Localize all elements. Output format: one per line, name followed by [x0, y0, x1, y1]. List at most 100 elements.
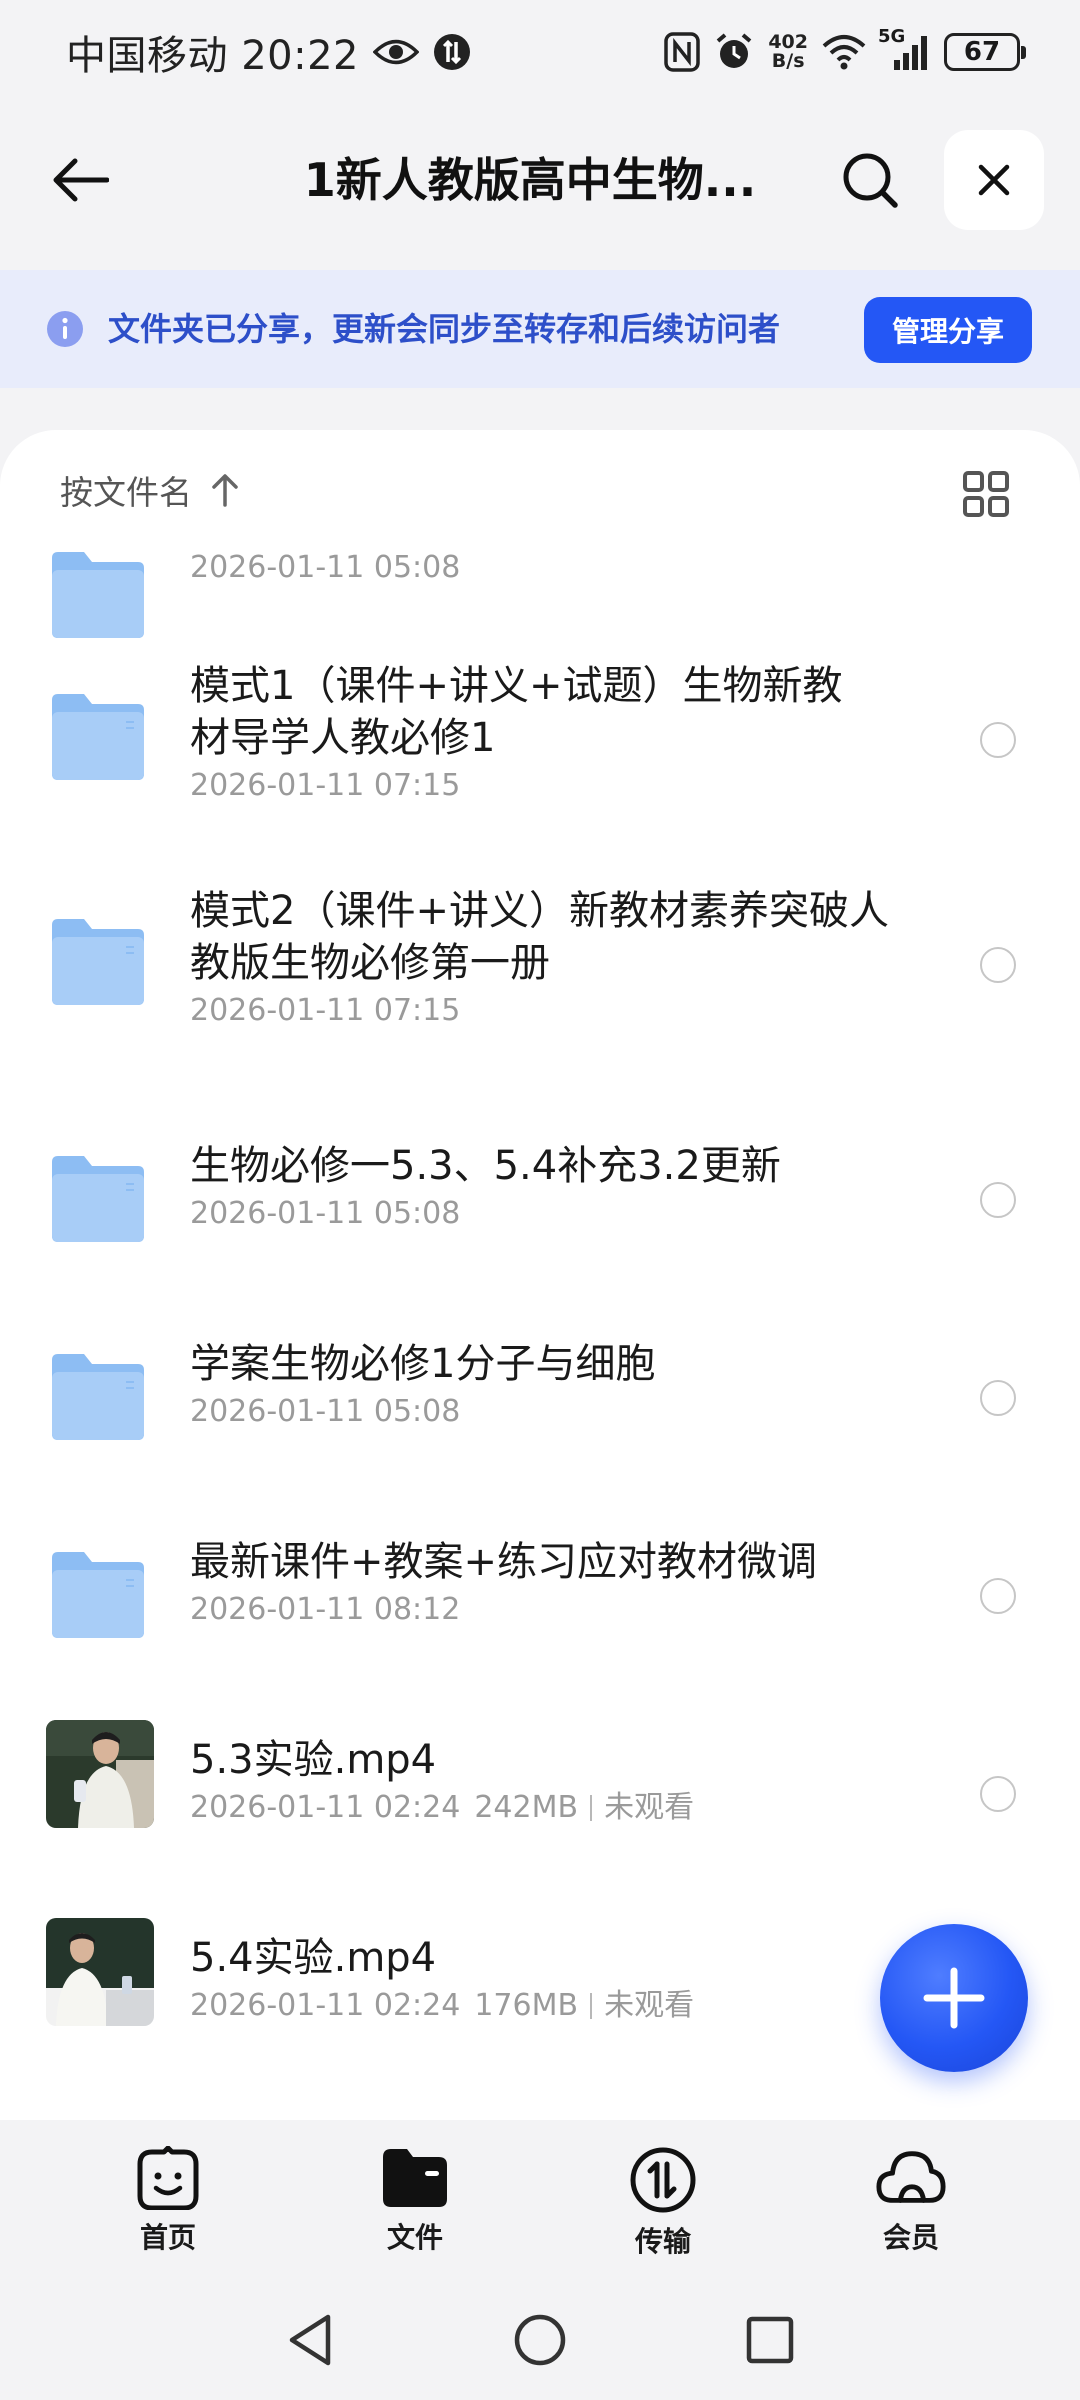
file-name: 模式1（课件+讲义+试题）生物新教材导学人教必修1 — [190, 663, 843, 761]
folder-icon — [52, 694, 144, 780]
sync-icon — [433, 33, 471, 71]
file-name: 学案生物必修1分子与细胞 — [190, 1341, 656, 1387]
file-date: 2026-01-11 07:15 — [190, 993, 461, 1028]
list-item[interactable]: 模式1（课件+讲义+试题）生物新教材导学人教必修1 2026-01-11 07:… — [0, 650, 1080, 830]
wifi-icon — [822, 34, 866, 70]
select-radio[interactable] — [980, 947, 1016, 983]
folder-icon — [52, 1354, 144, 1440]
status-right: 402 B/s 5G 67 — [664, 22, 1026, 82]
battery-indicator: 67 — [944, 33, 1026, 71]
file-meta: 2026-01-11 02:24 176MB 未观看 — [190, 1986, 890, 2026]
file-list-card: 按文件名 2026-01-11 05:08 模式1（课件+讲义+试题）生物新教材… — [0, 430, 1080, 2120]
row-text: 2026-01-11 05:08 — [190, 546, 890, 588]
network-speed: 402 B/s — [768, 33, 808, 71]
file-size: 176MB — [474, 1988, 579, 2023]
plus-icon — [923, 1967, 985, 2029]
file-date: 2026-01-11 08:12 — [190, 1592, 461, 1627]
row-text: 学案生物必修1分子与细胞 2026-01-11 05:08 — [190, 1338, 890, 1432]
file-size: 242MB — [474, 1790, 579, 1825]
watch-status: 未观看 — [604, 1790, 695, 1825]
meta-divider — [590, 1795, 593, 1821]
carrier-time: 中国移动 20:22 — [66, 33, 359, 79]
back-button[interactable] — [40, 140, 120, 220]
back-arrow-icon — [53, 158, 109, 202]
nav-item-files[interactable]: 文件 — [340, 2146, 490, 2256]
info-icon — [47, 311, 83, 347]
file-name: 最新课件+教案+练习应对教材微调 — [190, 1539, 818, 1585]
network-speed-unit: B/s — [771, 50, 805, 72]
sort-bar: 按文件名 — [0, 430, 1080, 550]
bottom-nav: 首页 文件 传输 会员 — [0, 2120, 1080, 2270]
row-text: 模式2（课件+讲义）新教材素养突破人教版生物必修第一册 2026-01-11 0… — [190, 885, 890, 1031]
home-face-icon — [132, 2146, 204, 2210]
file-meta: 2026-01-11 05:08 — [190, 550, 461, 585]
sort-ascending-arrow-icon — [212, 474, 238, 507]
close-button[interactable] — [944, 130, 1044, 230]
app-header: 1新人教版高中生物... — [0, 120, 1080, 240]
row-text: 5.3实验.mp4 2026-01-11 02:24 242MB 未观看 — [190, 1734, 890, 1828]
grid-view-icon[interactable] — [962, 470, 1010, 518]
select-radio[interactable] — [980, 722, 1016, 758]
page-title: 1新人教版高中生物... — [303, 153, 757, 207]
file-name: 生物必修一5.3、5.4补充3.2更新 — [190, 1143, 781, 1189]
row-text: 最新课件+教案+练习应对教材微调 2026-01-11 08:12 — [190, 1536, 890, 1630]
select-radio[interactable] — [980, 1182, 1016, 1218]
file-date: 2026-01-11 02:24 — [190, 1790, 461, 1825]
nav-label: 传输 — [634, 2225, 691, 2258]
file-date: 2026-01-11 05:08 — [190, 1394, 461, 1429]
select-radio[interactable] — [980, 1776, 1016, 1812]
file-meta: 2026-01-11 05:08 — [190, 1194, 890, 1234]
select-radio[interactable] — [980, 1578, 1016, 1614]
row-text: 5.4实验.mp4 2026-01-11 02:24 176MB 未观看 — [190, 1932, 890, 2026]
cellular-signal-icon: 5G — [878, 26, 930, 72]
circle-home-icon — [514, 2314, 566, 2366]
sort-by-name-button[interactable]: 按文件名 — [60, 466, 240, 514]
video-thumbnail — [46, 1720, 154, 1828]
triangle-back-icon — [289, 2314, 331, 2366]
system-navigation-bar — [0, 2280, 1080, 2400]
meta-divider — [590, 1993, 593, 2019]
nav-item-transfer[interactable]: 传输 — [588, 2146, 738, 2258]
system-home-button[interactable] — [510, 2310, 570, 2370]
row-text: 模式1（课件+讲义+试题）生物新教材导学人教必修1 2026-01-11 07:… — [190, 660, 870, 806]
nfc-icon — [664, 32, 701, 72]
nav-label: 会员 — [882, 2221, 939, 2254]
close-icon — [978, 164, 1010, 196]
sort-label: 按文件名 — [60, 473, 192, 512]
folder-icon — [52, 552, 144, 638]
select-radio[interactable] — [980, 1380, 1016, 1416]
search-icon — [843, 153, 898, 208]
row-text: 生物必修一5.3、5.4补充3.2更新 2026-01-11 05:08 — [190, 1140, 890, 1234]
eye-icon — [373, 37, 419, 67]
file-meta: 2026-01-11 02:24 242MB 未观看 — [190, 1788, 890, 1828]
list-item[interactable]: 最新课件+教案+练习应对教材微调 2026-01-11 08:12 — [0, 1506, 1080, 1686]
file-name: 5.3实验.mp4 — [190, 1737, 437, 1783]
file-name: 5.4实验.mp4 — [190, 1935, 437, 1981]
share-banner-text: 文件夹已分享，更新会同步至转存和后续访问者 — [108, 310, 781, 348]
watch-status: 未观看 — [604, 1988, 695, 2023]
status-bar: 中国移动 20:22 402 B/s 5G 67 — [0, 0, 1080, 100]
manage-share-button[interactable]: 管理分享 — [864, 297, 1032, 363]
list-item[interactable]: 模式2（课件+讲义）新教材素养突破人教版生物必修第一册 2026-01-11 0… — [0, 875, 1080, 1055]
file-meta: 2026-01-11 07:15 — [190, 766, 870, 806]
file-meta: 2026-01-11 08:12 — [190, 1590, 890, 1630]
system-back-button[interactable] — [280, 2310, 340, 2370]
list-item[interactable]: 5.3实验.mp4 2026-01-11 02:24 242MB 未观看 — [0, 1704, 1080, 1884]
add-button[interactable] — [880, 1924, 1028, 2072]
system-recents-button[interactable] — [740, 2310, 800, 2370]
file-date: 2026-01-11 02:24 — [190, 1988, 461, 2023]
transfer-icon — [627, 2146, 699, 2214]
search-button[interactable] — [830, 140, 910, 220]
status-left: 中国移动 20:22 — [66, 22, 471, 82]
list-item[interactable]: 学案生物必修1分子与细胞 2026-01-11 05:08 — [0, 1308, 1080, 1488]
share-banner: 文件夹已分享，更新会同步至转存和后续访问者 管理分享 — [0, 270, 1080, 388]
nav-item-member[interactable]: 会员 — [836, 2146, 986, 2256]
file-date: 2026-01-11 07:15 — [190, 768, 461, 803]
file-name: 模式2（课件+讲义）新教材素养突破人教版生物必修第一册 — [190, 888, 889, 986]
file-meta: 2026-01-11 07:15 — [190, 991, 890, 1031]
nav-item-home[interactable]: 首页 — [93, 2146, 243, 2256]
list-item[interactable]: 生物必修一5.3、5.4补充3.2更新 2026-01-11 05:08 — [0, 1110, 1080, 1290]
square-recents-icon — [746, 2316, 794, 2364]
alarm-icon — [714, 32, 754, 72]
video-thumbnail — [46, 1918, 154, 2026]
